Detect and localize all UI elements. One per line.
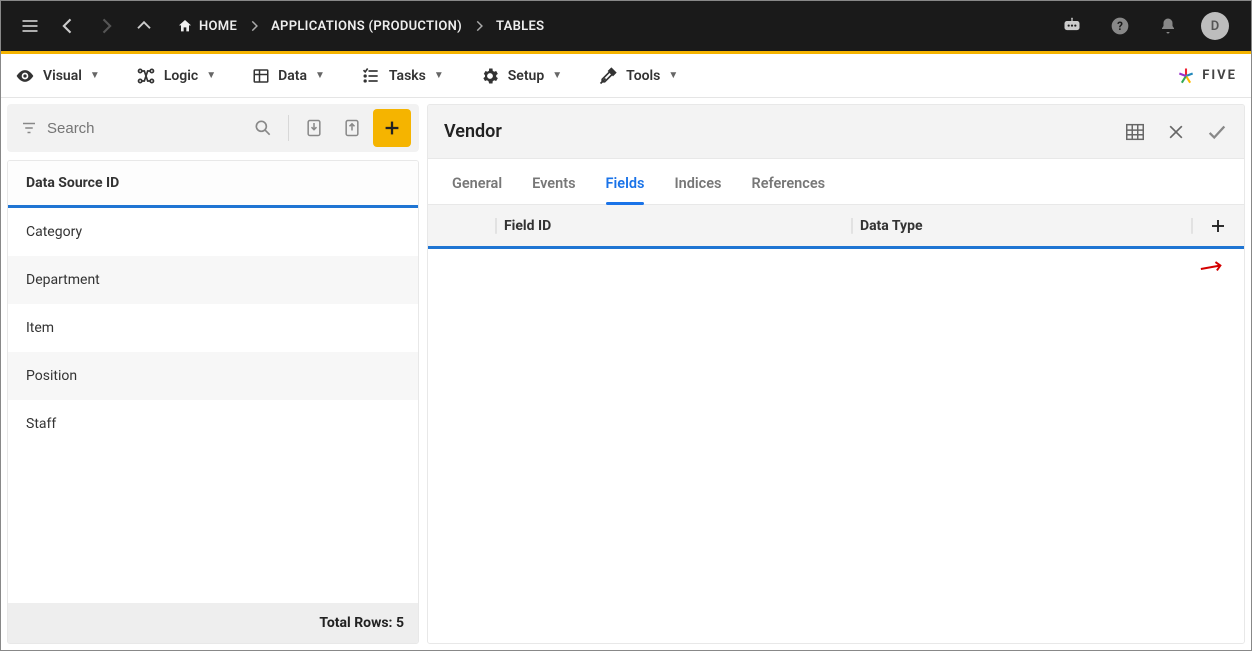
detail-header: Vendor [428, 105, 1244, 159]
side-panel: Data Source ID Category Department Item … [7, 104, 419, 644]
upload-icon[interactable] [335, 111, 369, 145]
list-footer: Total Rows: 5 [8, 603, 418, 643]
tab-references[interactable]: References [752, 175, 826, 204]
breadcrumb: HOME APPLICATIONS (PRODUCTION) TABLES [177, 18, 544, 34]
hamburger-menu-icon[interactable] [15, 11, 45, 41]
fields-grid-body [428, 249, 1244, 643]
grid-view-icon[interactable] [1124, 121, 1146, 143]
svg-text:?: ? [1117, 19, 1123, 33]
close-icon[interactable] [1166, 122, 1186, 142]
tab-row: General Events Fields Indices References [428, 159, 1244, 205]
eye-icon [15, 66, 35, 86]
tools-icon [598, 66, 618, 86]
home-icon [177, 18, 193, 34]
chevron-right-icon [247, 19, 261, 33]
chevron-down-icon: ▼ [434, 70, 444, 81]
search-row [7, 104, 419, 152]
column-data-type: Data Type [860, 218, 1228, 234]
search-input[interactable] [47, 120, 217, 137]
filter-icon[interactable] [15, 119, 43, 137]
plus-icon [1209, 217, 1227, 235]
chat-icon[interactable] [1057, 11, 1087, 41]
tasks-icon [361, 66, 381, 86]
list-item[interactable]: Department [8, 256, 418, 304]
chevron-down-icon: ▼ [668, 70, 678, 81]
menu-tasks[interactable]: Tasks▼ [361, 66, 444, 86]
plus-icon [381, 117, 403, 139]
chevron-down-icon: ▼ [90, 70, 100, 81]
menubar: Visual▼ Logic▼ Data▼ Tasks▼ Setup▼ Tools… [1, 54, 1251, 98]
list-item[interactable]: Item [8, 304, 418, 352]
menu-visual[interactable]: Visual▼ [15, 66, 100, 86]
breadcrumb-home[interactable]: HOME [177, 18, 237, 34]
search-icon[interactable] [246, 111, 280, 145]
table-icon [252, 67, 270, 85]
chevron-down-icon: ▼ [315, 70, 325, 81]
chevron-down-icon: ▼ [552, 70, 562, 81]
menu-logic[interactable]: Logic▼ [136, 66, 216, 86]
menu-setup[interactable]: Setup▼ [480, 66, 562, 86]
fields-grid-header: | Field ID | Data Type | [428, 205, 1244, 249]
detail-title: Vendor [444, 121, 502, 142]
gear-icon [480, 66, 500, 86]
menu-data[interactable]: Data▼ [252, 67, 325, 85]
data-source-list: Data Source ID Category Department Item … [7, 160, 419, 644]
confirm-check-icon[interactable] [1206, 121, 1228, 143]
list-item[interactable]: Category [8, 208, 418, 256]
main-area: Data Source ID Category Department Item … [1, 98, 1251, 650]
download-icon[interactable] [297, 111, 331, 145]
list-header: Data Source ID [8, 161, 418, 208]
divider [288, 115, 289, 141]
breadcrumb-home-label: HOME [199, 19, 237, 34]
breadcrumb-applications[interactable]: APPLICATIONS (PRODUCTION) [271, 19, 462, 34]
nav-up-icon[interactable] [129, 11, 159, 41]
brand-logo: FIVE [1176, 66, 1237, 86]
tab-general[interactable]: General [452, 175, 502, 204]
column-separator: | [844, 215, 860, 236]
list-item[interactable]: Staff [8, 400, 418, 448]
chevron-right-icon [472, 19, 486, 33]
column-field-id: Field ID [504, 218, 844, 234]
nav-back-icon[interactable] [53, 11, 83, 41]
help-icon[interactable]: ? [1105, 11, 1135, 41]
tab-indices[interactable]: Indices [674, 175, 721, 204]
column-separator: | [488, 215, 504, 236]
column-separator: | [1184, 215, 1200, 236]
list-item[interactable]: Position [8, 352, 418, 400]
add-record-button[interactable] [373, 109, 411, 147]
breadcrumb-tables[interactable]: TABLES [496, 19, 544, 34]
chevron-down-icon: ▼ [206, 70, 216, 81]
topbar: HOME APPLICATIONS (PRODUCTION) TABLES ? [1, 1, 1251, 51]
bell-icon[interactable] [1153, 11, 1183, 41]
add-field-button[interactable] [1206, 214, 1230, 238]
list-body: Category Department Item Position Staff [8, 208, 418, 603]
avatar[interactable]: D [1201, 12, 1229, 40]
tab-fields[interactable]: Fields [606, 175, 645, 204]
tab-events[interactable]: Events [532, 175, 575, 204]
menu-tools[interactable]: Tools▼ [598, 66, 678, 86]
logic-icon [136, 66, 156, 86]
brand-icon [1176, 66, 1196, 86]
nav-forward-icon [91, 11, 121, 41]
annotation-arrow-icon [1195, 250, 1228, 283]
detail-panel: Vendor General Events Fields Indices Ref… [427, 104, 1245, 644]
